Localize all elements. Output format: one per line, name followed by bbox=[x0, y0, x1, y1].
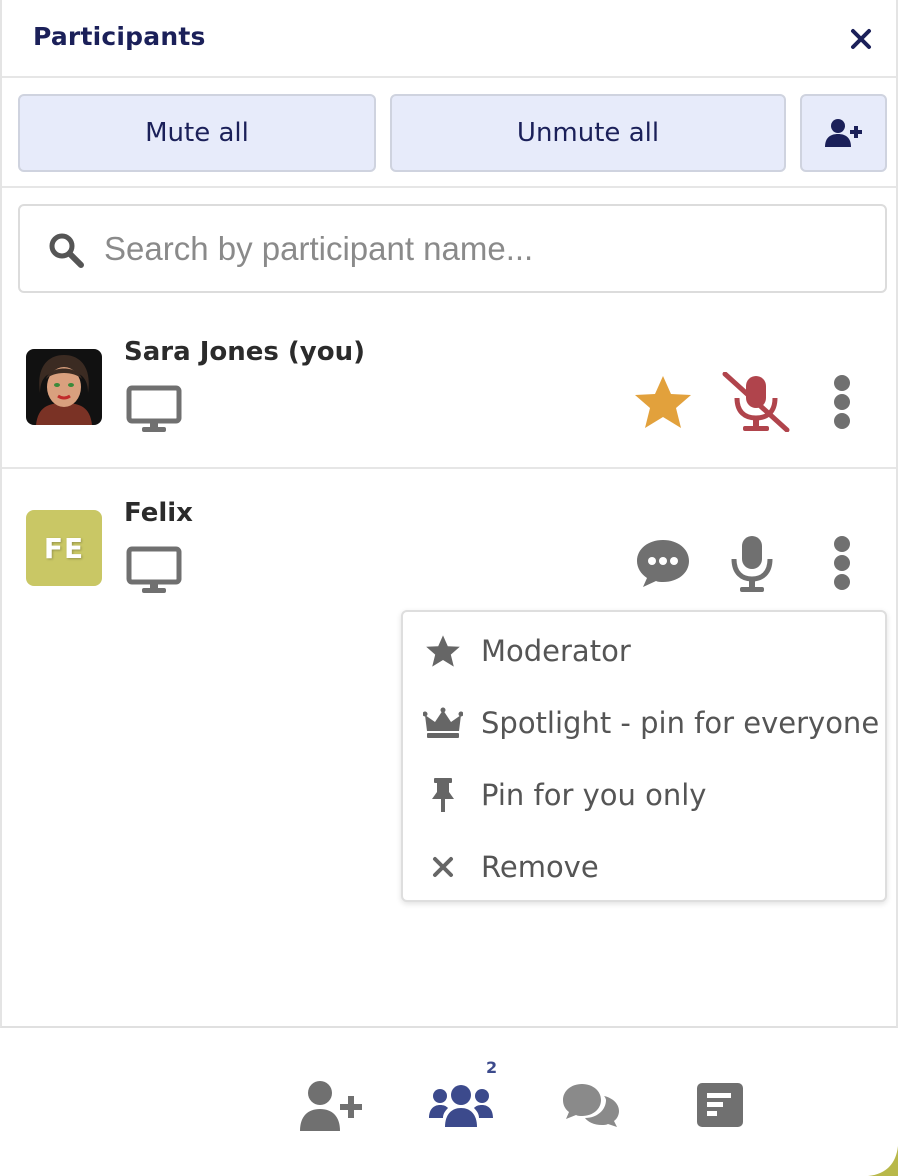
avatar-initials: FE bbox=[43, 531, 85, 565]
participant-context-menu: Moderator Spotlight - pin for everyone P… bbox=[401, 610, 887, 902]
users-icon bbox=[429, 1085, 493, 1127]
participants-count-badge: 2 bbox=[486, 1058, 498, 1077]
nav-chat-button[interactable] bbox=[558, 1080, 624, 1130]
menu-item-label: Spotlight - pin for everyone bbox=[481, 706, 880, 740]
participant-name: Sara Jones (you) bbox=[124, 337, 365, 367]
nav-participants-button[interactable] bbox=[426, 1080, 496, 1132]
moderation-actions: Mute all Unmute all bbox=[2, 78, 896, 188]
star-icon bbox=[635, 376, 691, 428]
avatar: FE bbox=[26, 510, 102, 586]
x-icon bbox=[423, 847, 463, 887]
participant-row: Sara Jones (you) bbox=[2, 309, 896, 469]
participant-menu-button[interactable] bbox=[824, 534, 860, 592]
participants-panel: Participants Mute all Unmute all Search … bbox=[0, 0, 898, 1028]
invite-participant-button[interactable] bbox=[800, 94, 887, 172]
crown-icon bbox=[423, 703, 463, 743]
screen-share-icon bbox=[126, 546, 182, 593]
bottom-nav-bar: 2 bbox=[0, 1030, 898, 1176]
screen-share-icon bbox=[126, 385, 182, 432]
star-icon bbox=[423, 631, 463, 671]
more-vertical-icon bbox=[834, 375, 850, 429]
menu-item-label: Remove bbox=[481, 850, 599, 884]
private-chat-button[interactable] bbox=[632, 534, 694, 592]
microphone-icon bbox=[731, 536, 773, 592]
menu-item-moderator[interactable]: Moderator bbox=[403, 615, 885, 687]
menu-item-label: Pin for you only bbox=[481, 778, 707, 812]
pin-icon bbox=[423, 775, 463, 815]
participant-name: Felix bbox=[124, 498, 193, 528]
search-input[interactable] bbox=[104, 220, 864, 278]
menu-item-label: Moderator bbox=[481, 634, 631, 668]
add-user-icon bbox=[824, 119, 862, 147]
microphone-toggle[interactable] bbox=[728, 532, 776, 594]
nav-polls-button[interactable] bbox=[694, 1080, 746, 1130]
mic-off-icon bbox=[722, 372, 790, 432]
search-icon bbox=[49, 233, 84, 268]
more-vertical-icon bbox=[834, 536, 850, 590]
microphone-toggle[interactable] bbox=[720, 371, 792, 433]
menu-item-remove[interactable]: Remove bbox=[403, 831, 885, 903]
avatar bbox=[26, 349, 102, 425]
nav-invite-button[interactable] bbox=[296, 1078, 366, 1134]
participant-menu-button[interactable] bbox=[824, 373, 860, 431]
panel-header: Participants bbox=[2, 0, 896, 78]
unmute-all-button[interactable]: Unmute all bbox=[390, 94, 786, 172]
close-icon bbox=[851, 29, 871, 49]
resize-corner bbox=[868, 1146, 898, 1176]
poll-icon bbox=[697, 1083, 743, 1127]
close-button[interactable] bbox=[848, 26, 874, 52]
participant-search bbox=[18, 204, 887, 293]
menu-item-pin[interactable]: Pin for you only bbox=[403, 759, 885, 831]
participant-row: FE Felix bbox=[2, 470, 896, 630]
add-user-icon bbox=[300, 1081, 362, 1131]
chat-icon bbox=[563, 1084, 619, 1127]
menu-item-spotlight[interactable]: Spotlight - pin for everyone bbox=[403, 687, 885, 759]
mute-all-button[interactable]: Mute all bbox=[18, 94, 376, 172]
chat-bubble-icon bbox=[637, 540, 689, 587]
moderator-badge[interactable] bbox=[632, 373, 694, 431]
panel-title: Participants bbox=[33, 22, 206, 51]
